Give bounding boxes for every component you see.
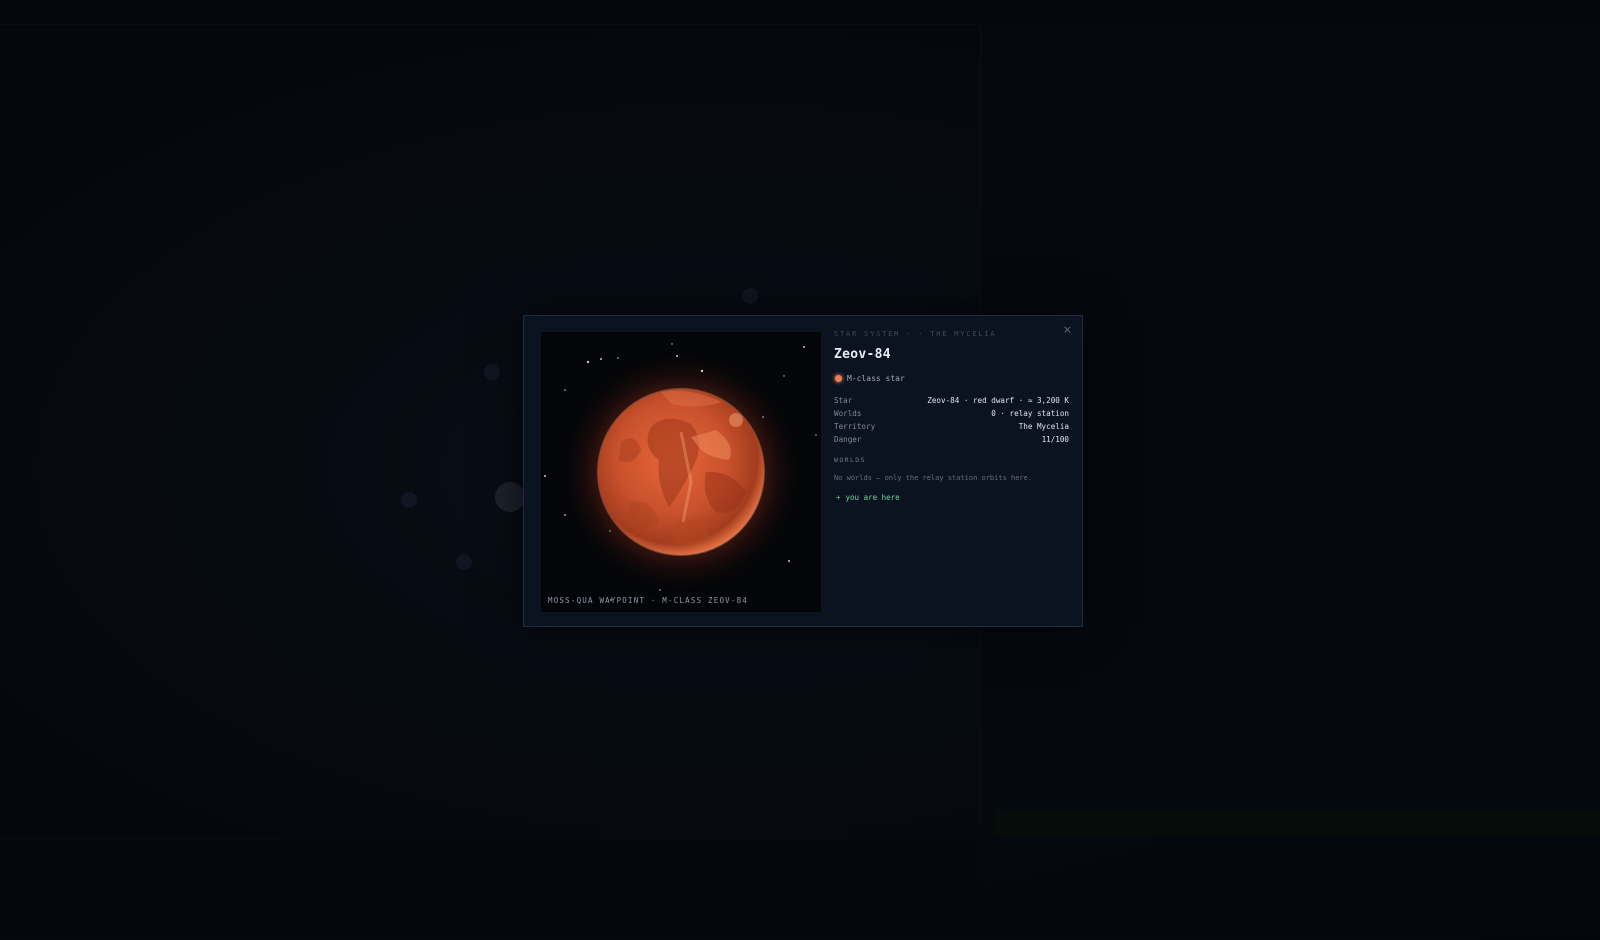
worlds-heading: WORLDS xyxy=(834,456,866,464)
stat-value: Zeov-84 · red dwarf · ≈ 3,200 K xyxy=(927,396,1069,405)
you-are-here-indicator: + you are here xyxy=(834,493,1069,502)
stat-row-territory: Territory The Mycelia xyxy=(834,420,1069,433)
stat-value: 0 · relay station xyxy=(991,409,1069,418)
stat-row-worlds: Worlds 0 · relay station xyxy=(834,407,1069,420)
stat-value: The Mycelia xyxy=(1018,422,1069,431)
stat-row-danger: Danger 11/100 xyxy=(834,433,1069,446)
stat-label: Star xyxy=(834,396,853,405)
worlds-note: No worlds — only the relay station orbit… xyxy=(834,474,1033,482)
star-system-modal: MOSS-QUA WAYPOINT · M-CLASS ZEOV-84 × ST… xyxy=(523,315,1083,627)
system-stats: Star Zeov-84 · red dwarf · ≈ 3,200 K Wor… xyxy=(834,394,1069,446)
star-class-label: M-class star xyxy=(847,374,905,383)
star-class-badge: M-class star xyxy=(834,374,1069,383)
system-kicker: STAR SYSTEM · · THE MYCELIA xyxy=(834,330,997,338)
viewport-caption: MOSS-QUA WAYPOINT · M-CLASS ZEOV-84 xyxy=(548,596,749,605)
system-title: Zeov-84 xyxy=(834,347,891,362)
stat-label: Worlds xyxy=(834,409,862,418)
system-info: STAR SYSTEM · · THE MYCELIA Zeov-84 M-cl… xyxy=(834,328,1069,502)
stat-label: Danger xyxy=(834,435,862,444)
stat-row-star: Star Zeov-84 · red dwarf · ≈ 3,200 K xyxy=(834,394,1069,407)
stat-label: Territory xyxy=(834,422,876,431)
stat-value: 11/100 xyxy=(1041,435,1069,444)
you-are-here-label: you are here xyxy=(845,493,900,502)
star-class-dot-icon xyxy=(835,375,842,382)
star-viewport: MOSS-QUA WAYPOINT · M-CLASS ZEOV-84 xyxy=(541,332,821,612)
location-marker-icon: + xyxy=(836,493,841,502)
star-render xyxy=(544,343,817,601)
